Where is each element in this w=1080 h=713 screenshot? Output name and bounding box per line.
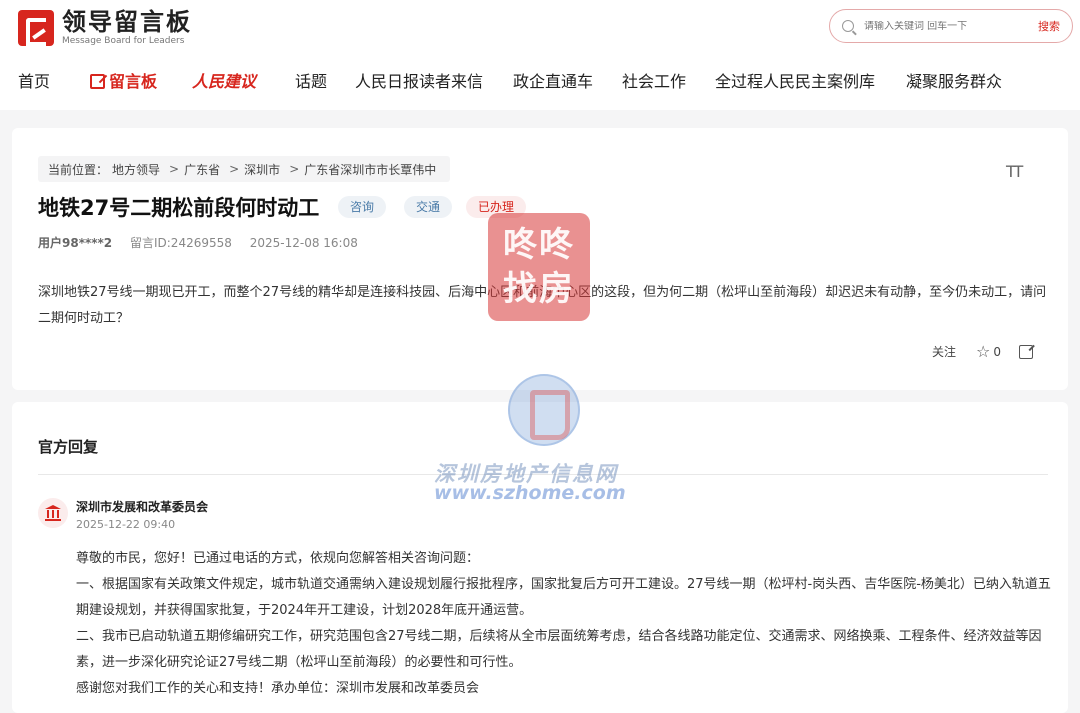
post-date: 2025-12-08 16:08 xyxy=(249,236,358,250)
post-id: 留言ID:24269558 xyxy=(129,236,232,250)
logo-subtitle: Message Board for Leaders xyxy=(62,36,185,46)
font-size-icon[interactable]: TT xyxy=(1006,162,1023,181)
search-input[interactable] xyxy=(864,20,1024,32)
site-header: 领导留言板 Message Board for Leaders 搜索 首页 留言… xyxy=(0,0,1080,110)
nav-message-board[interactable]: 留言板 xyxy=(90,68,157,92)
szhome-logo-watermark-icon xyxy=(508,374,588,454)
page-title: 地铁27号二期松前段何时动工 xyxy=(38,196,320,220)
star-icon[interactable]: ☆ xyxy=(976,342,990,361)
main-nav: 首页 留言板 人民建议 话题 人民日报读者来信 政企直通车 社会工作 全过程人民… xyxy=(0,64,1080,98)
reply-body: 尊敬的市民，您好！已通过电话的方式，依规向您解答相关咨询问题： 一、根据国家有关… xyxy=(76,546,1060,702)
nav-home[interactable]: 首页 xyxy=(18,68,50,92)
nav-serve-masses[interactable]: 凝聚服务群众 xyxy=(906,68,1002,92)
nav-readers-letters[interactable]: 人民日报读者来信 xyxy=(355,68,483,92)
tag-consult: 咨询 xyxy=(338,196,387,218)
follow-button[interactable]: 关注 xyxy=(932,343,956,360)
nav-democracy-cases[interactable]: 全过程人民民主案例库 xyxy=(715,68,875,92)
breadcrumb-item[interactable]: 地方领导 xyxy=(112,161,160,178)
reply-date: 2025-12-22 09:40 xyxy=(76,518,176,531)
logo-mark-icon xyxy=(18,10,54,46)
reply-org-name: 深圳市发展和改革委员会 xyxy=(76,500,209,514)
share-icon[interactable] xyxy=(1019,344,1033,359)
government-building-icon xyxy=(38,498,68,528)
search-button[interactable]: 搜索 xyxy=(1038,18,1060,34)
post-meta: 用户98****2 留言ID:24269558 2025-12-08 16:08 xyxy=(38,234,358,251)
search-box: 搜索 xyxy=(829,9,1073,43)
reply-paragraph: 尊敬的市民，您好！已通过电话的方式，依规向您解答相关咨询问题： xyxy=(76,551,480,566)
nav-topics[interactable]: 话题 xyxy=(295,68,327,92)
dongdong-watermark: 咚咚 找房 xyxy=(488,213,590,321)
reply-paragraph: 一、根据国家有关政策文件规定，城市轨道交通需纳入建设规划履行报批程序，国家批复后… xyxy=(76,577,1051,618)
breadcrumb: 当前位置： 地方领导 > 广东省 > 深圳市 > 广东省深圳市市长覃伟中 xyxy=(38,156,451,182)
star-count: 0 xyxy=(993,344,1001,359)
post-user: 用户98****2 xyxy=(38,236,113,250)
nav-social-work[interactable]: 社会工作 xyxy=(622,68,686,92)
nav-people-suggestion[interactable]: 人民建议 xyxy=(192,68,256,92)
search-icon xyxy=(842,20,854,32)
breadcrumb-item[interactable]: 广东省 xyxy=(184,161,220,178)
nav-gov-enterprise[interactable]: 政企直通车 xyxy=(513,68,593,92)
breadcrumb-item[interactable]: 广东省深圳市市长覃伟中 xyxy=(304,161,436,178)
logo-title: 领导留言板 xyxy=(62,8,192,36)
site-logo[interactable]: 领导留言板 Message Board for Leaders xyxy=(18,8,192,48)
reply-paragraph: 感谢您对我们工作的关心和支持！承办单位：深圳市发展和改革委员会 xyxy=(76,681,480,696)
pen-icon xyxy=(90,74,105,89)
breadcrumb-item[interactable]: 深圳市 xyxy=(244,161,280,178)
post-actions: 关注 ☆ 0 xyxy=(932,342,1033,361)
szhome-url-watermark: www.szhome.com xyxy=(434,482,626,504)
reply-heading: 官方回复 xyxy=(38,438,99,456)
reply-paragraph: 二、我市已启动轨道五期修编研究工作，研究范围包含27号线二期，后续将从全市层面统… xyxy=(76,629,1042,670)
tag-traffic: 交通 xyxy=(404,196,453,218)
